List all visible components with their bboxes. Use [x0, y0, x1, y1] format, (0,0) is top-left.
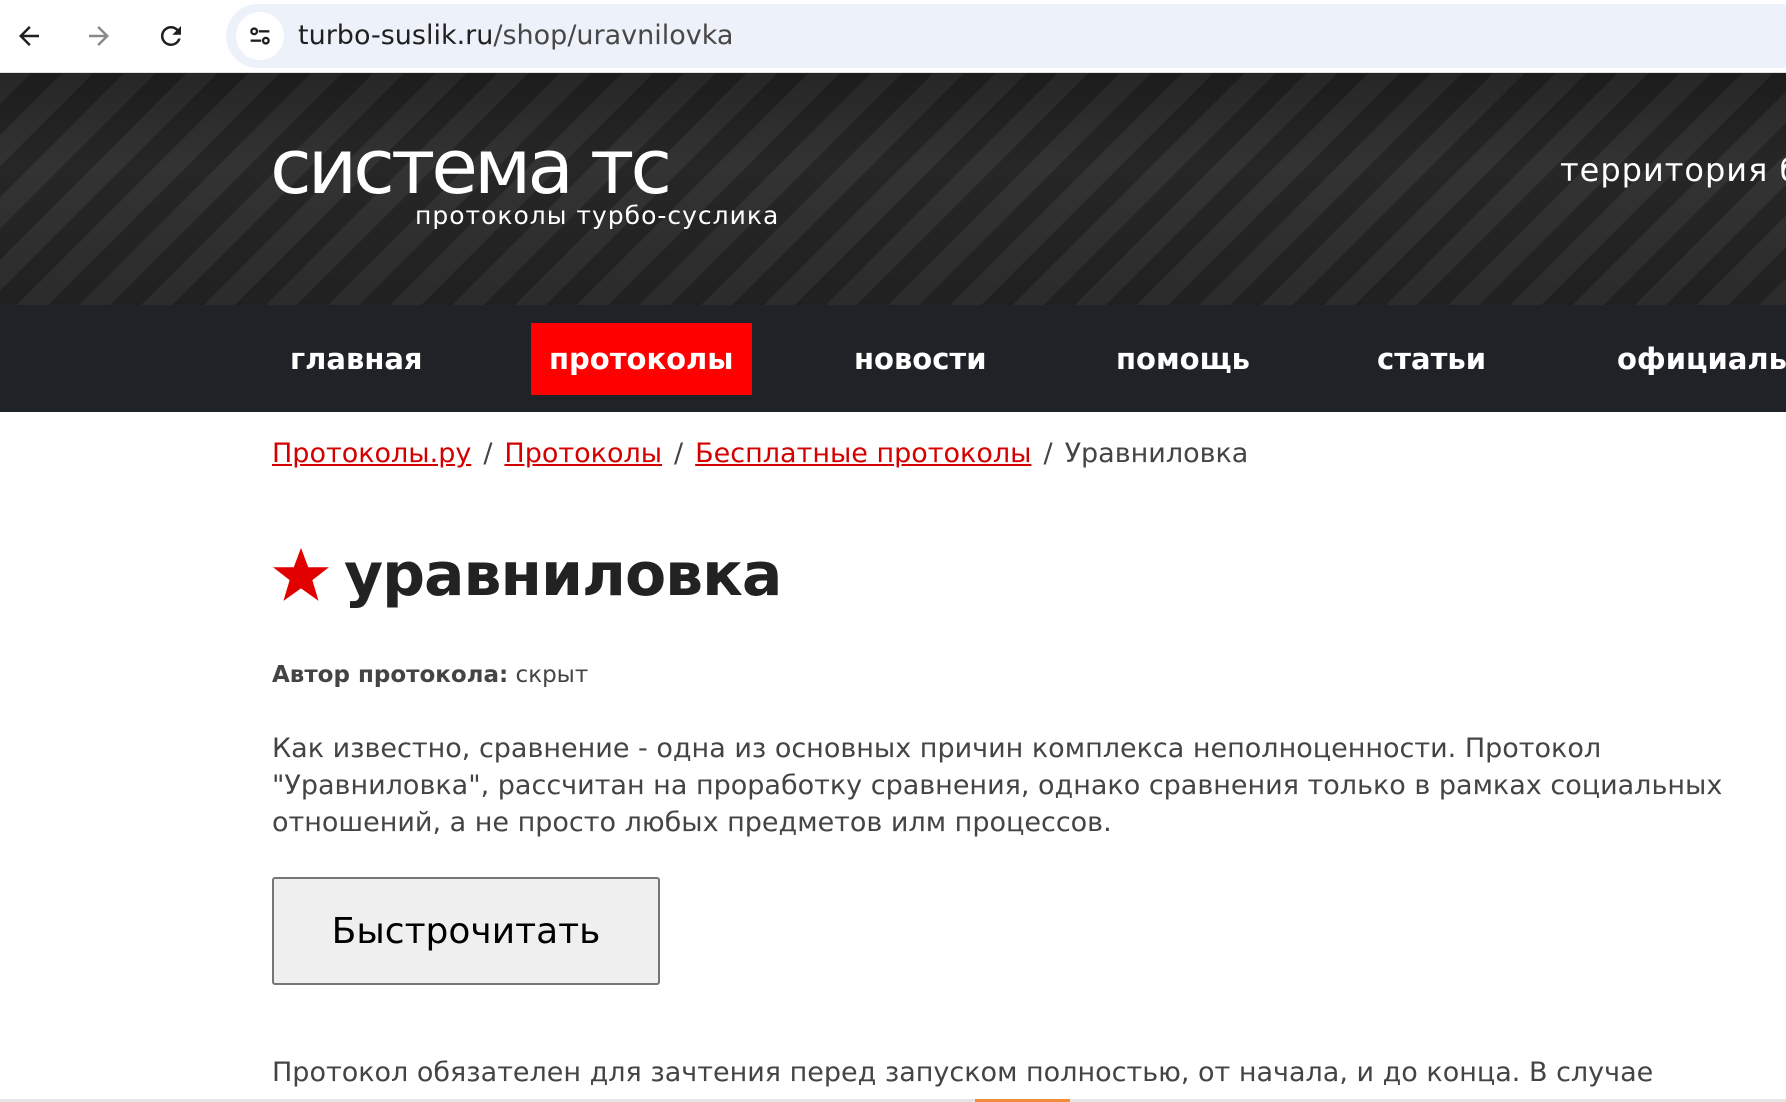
nav-item-articles[interactable]: статьи: [1359, 323, 1504, 395]
browser-toolbar: turbo-suslik.ru/shop/uravnilovka: [0, 0, 1786, 73]
main-navigation: главная протоколы новости помощь статьи …: [0, 305, 1786, 412]
breadcrumb-current: Уравниловка: [1064, 438, 1249, 469]
back-arrow-icon: [19, 26, 39, 46]
site-header: система тс протоколы турбо-суслика терри…: [0, 73, 1786, 305]
breadcrumb-separator: /: [674, 438, 684, 469]
author-label: Автор протокола:: [272, 662, 509, 688]
protocol-description: Как известно, сравнение - одна из основн…: [272, 733, 1723, 838]
page-title-block: уравниловка: [270, 540, 782, 610]
forward-button[interactable]: [75, 12, 123, 60]
page-title: уравниловка: [344, 540, 782, 610]
protocol-note: Протокол обязателен для зачтения перед з…: [272, 1057, 1654, 1088]
breadcrumb-link-home[interactable]: Протоколы.ру: [272, 438, 471, 469]
speed-read-button[interactable]: Быстрочитать: [272, 877, 660, 985]
breadcrumb-separator: /: [1043, 438, 1053, 469]
nav-item-help[interactable]: помощь: [1098, 323, 1268, 395]
breadcrumb-separator: /: [483, 438, 493, 469]
site-subtitle: протоколы турбо-суслика: [415, 201, 780, 230]
nav-item-home[interactable]: главная: [272, 323, 441, 395]
author-value: скрыт: [515, 662, 589, 688]
address-bar[interactable]: turbo-suslik.ru/shop/uravnilovka: [226, 4, 1786, 68]
nav-item-news[interactable]: новости: [836, 323, 1005, 395]
reload-button[interactable]: [147, 12, 195, 60]
star-icon: [273, 547, 329, 601]
nav-item-protocols[interactable]: протоколы: [531, 323, 752, 395]
back-button[interactable]: [5, 12, 53, 60]
site-settings-icon: [250, 27, 270, 45]
site-logo[interactable]: система тс: [270, 129, 672, 205]
breadcrumb-link-protocols[interactable]: Протоколы: [504, 438, 662, 469]
url-path: /shop/uravnilovka: [493, 20, 734, 51]
url-text[interactable]: turbo-suslik.ru/shop/uravnilovka: [298, 20, 733, 51]
forward-arrow-icon: [89, 26, 109, 46]
header-tagline: территория бе: [1560, 151, 1786, 189]
nav-item-official[interactable]: официальн: [1599, 323, 1786, 395]
reload-icon: [160, 25, 181, 46]
breadcrumb-link-free-protocols[interactable]: Бесплатные протоколы: [695, 438, 1031, 469]
url-domain: turbo-suslik.ru: [298, 20, 494, 51]
site-settings-button[interactable]: [236, 12, 284, 60]
author-line: Автор протокола: скрыт: [272, 662, 588, 688]
breadcrumb: Протоколы.ру / Протоколы / Бесплатные проток…: [272, 438, 1248, 469]
